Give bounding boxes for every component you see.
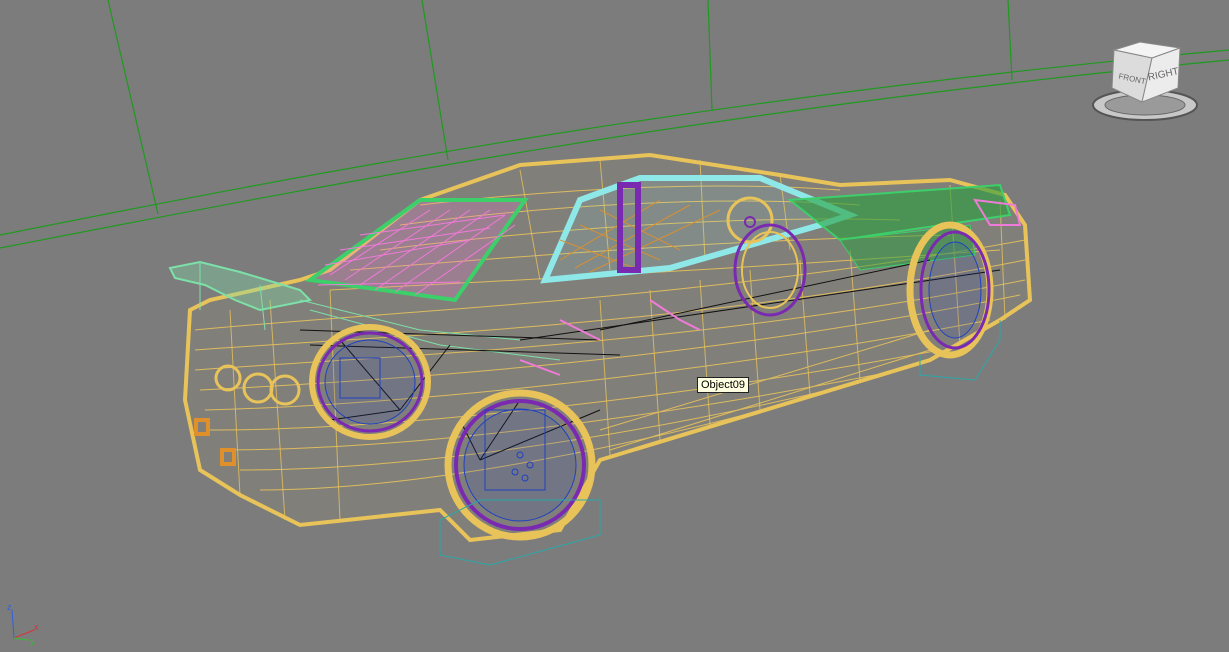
car-wireframe-model[interactable] — [168, 152, 1033, 566]
perspective-viewport[interactable]: Object09 FRONT RIGHT z x y — [0, 0, 1229, 652]
viewcube[interactable]: FRONT RIGHT — [1090, 40, 1210, 125]
y-axis-label: y — [30, 636, 35, 646]
z-axis-line — [11, 609, 15, 639]
rear-wheel-left — [309, 324, 431, 440]
y-axis-line — [13, 637, 29, 641]
rear-spoiler — [168, 260, 313, 312]
axis-tripod: z x y — [4, 600, 44, 646]
object-name-tooltip: Object09 — [697, 377, 750, 393]
viewport-scene[interactable] — [0, 0, 1229, 652]
x-axis-label: x — [34, 622, 39, 632]
z-axis-label: z — [7, 602, 12, 612]
